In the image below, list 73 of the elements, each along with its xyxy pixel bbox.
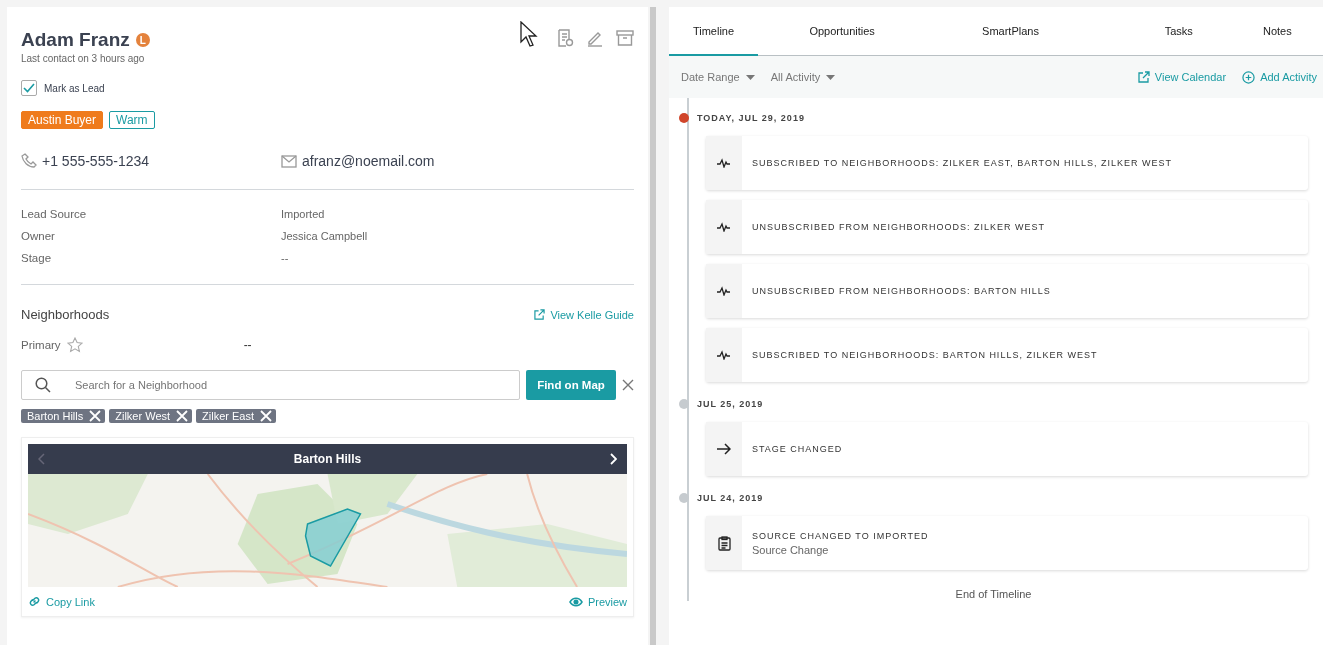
- remove-icon[interactable]: [176, 410, 189, 422]
- field-label: Stage: [21, 252, 53, 264]
- pulse-icon: [717, 158, 731, 168]
- field-label: Lead Source: [21, 208, 88, 220]
- activity-card[interactable]: STAGE CHANGED: [706, 422, 1308, 476]
- remove-icon[interactable]: [89, 410, 102, 422]
- remove-icon[interactable]: [260, 410, 273, 422]
- section-title: Neighborhoods: [21, 307, 110, 322]
- clipboard-icon: [717, 535, 731, 551]
- document-icon[interactable]: [556, 29, 574, 47]
- eye-icon: [568, 596, 583, 607]
- email-address: afranz@noemail.com: [302, 153, 435, 169]
- copy-link[interactable]: Copy Link: [28, 595, 95, 608]
- tag: Austin Buyer: [21, 111, 104, 129]
- activity-title: SUBSCRIBED TO NEIGHBORHOODS: BARTON HILLS, ZILKER WEST: [752, 350, 1098, 360]
- caret-icon: [826, 74, 836, 80]
- map-title: Barton Hills: [293, 452, 362, 466]
- phone-icon: [21, 153, 37, 169]
- checkbox-label: Mark as Lead: [44, 82, 105, 94]
- link-icon: [28, 595, 41, 608]
- field-label: Owner: [21, 230, 56, 242]
- activity-title: SOURCE CHANGED TO IMPORTED: [752, 530, 929, 541]
- archive-icon[interactable]: [616, 29, 634, 47]
- mouse-pointer-icon: [520, 21, 540, 47]
- star-icon[interactable]: [66, 337, 83, 353]
- filter-dropdown[interactable]: Date Range: [681, 71, 755, 83]
- activity-title: UNSUBSCRIBED FROM NEIGHBORHOODS: BARTON HILLS: [752, 286, 1051, 296]
- field-value: Imported: [281, 208, 326, 220]
- pulse-icon: [717, 222, 731, 232]
- pulse-icon: [717, 286, 731, 296]
- lead-badge: L: [135, 33, 150, 47]
- plus-circle-icon: [1242, 70, 1256, 84]
- lead-checkbox[interactable]: [21, 80, 37, 96]
- field-value: Jessica Campbell: [281, 230, 369, 242]
- neighborhood-chip[interactable]: Barton Hills: [21, 409, 106, 423]
- activity-title: UNSUBSCRIBED FROM NEIGHBORHOODS: ZILKER WEST: [752, 222, 1046, 232]
- tab[interactable]: Tasks: [1094, 7, 1263, 56]
- tag: Warm: [109, 111, 155, 129]
- caret-icon: [745, 74, 755, 80]
- pulse-icon: [717, 350, 731, 360]
- timeline-date: JUL 25, 2019: [697, 399, 764, 409]
- primary-value: --: [243, 338, 252, 352]
- neighborhood-chip[interactable]: Zilker West: [109, 409, 193, 423]
- contact-name: Adam Franz: [21, 29, 130, 51]
- activity-subtitle: Source Change: [752, 543, 830, 556]
- field-value: --: [281, 252, 290, 264]
- activity-card[interactable]: SOURCE CHANGED TO IMPORTED Source Change: [706, 516, 1308, 570]
- tab[interactable]: Notes: [1263, 7, 1323, 56]
- previous-icon[interactable]: [38, 453, 46, 465]
- activity-title: STAGE CHANGED: [752, 444, 843, 454]
- activity-card[interactable]: UNSUBSCRIBED FROM NEIGHBORHOODS: BARTON HILLS: [706, 264, 1308, 318]
- next-icon[interactable]: [609, 453, 617, 465]
- last-contact-text: Last contact on 3 hours ago: [21, 53, 146, 64]
- activity-title: SUBSCRIBED TO NEIGHBORHOODS: ZILKER EAST, BARTON HILLS, ZILKER WEST: [752, 158, 1172, 168]
- end-of-timeline-text: End of Timeline: [954, 588, 1033, 600]
- timeline-date: JUL 24, 2019: [697, 493, 764, 503]
- external-link-icon: [1137, 71, 1150, 83]
- mail-icon: [281, 154, 297, 168]
- neighborhood-chip[interactable]: Zilker East: [196, 409, 277, 423]
- activity-card[interactable]: UNSUBSCRIBED FROM NEIGHBORHOODS: ZILKER WEST: [706, 200, 1308, 254]
- external-link-icon: [534, 309, 546, 320]
- activity-card[interactable]: SUBSCRIBED TO NEIGHBORHOODS: ZILKER EAST, BARTON HILLS, ZILKER WEST: [706, 136, 1308, 190]
- primary-label: Primary: [21, 339, 61, 351]
- arrow-icon: [717, 443, 731, 455]
- tab[interactable]: SmartPlans: [926, 7, 1095, 56]
- activity-card[interactable]: SUBSCRIBED TO NEIGHBORHOODS: BARTON HILLS, ZILKER WEST: [706, 328, 1308, 382]
- phone-number: +1 555-555-1234: [42, 153, 150, 169]
- search-icon: [35, 377, 51, 393]
- filter-dropdown[interactable]: All Activity: [770, 71, 836, 83]
- tab[interactable]: Opportunities: [758, 7, 927, 56]
- close-icon[interactable]: [622, 379, 634, 391]
- search-field[interactable]: Search for a Neighborhood: [21, 370, 520, 400]
- timeline-date: TODAY, JUL 29, 2019: [697, 113, 805, 123]
